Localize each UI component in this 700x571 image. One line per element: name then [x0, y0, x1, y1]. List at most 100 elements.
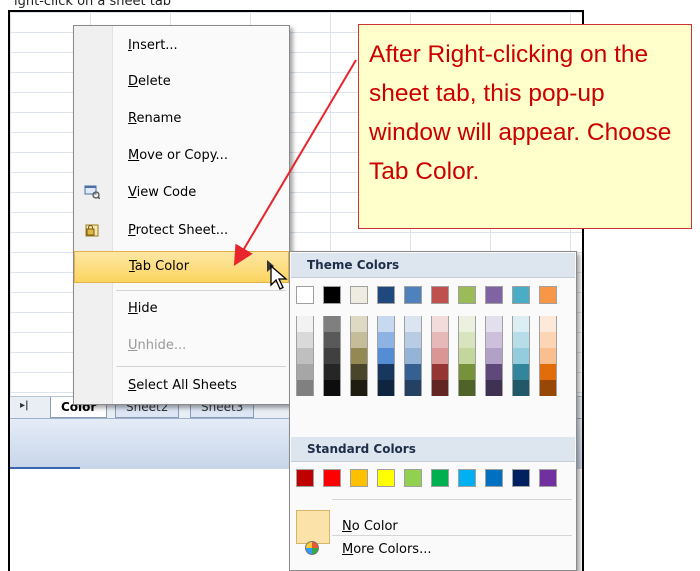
standard-color-swatch[interactable]	[431, 469, 449, 487]
tab-scroll-last-icon[interactable]: ▸|	[20, 400, 29, 411]
theme-tint-swatch[interactable]	[297, 364, 313, 380]
theme-tint-swatch[interactable]	[351, 316, 367, 332]
theme-tint-swatch[interactable]	[405, 316, 421, 332]
theme-tint-swatch[interactable]	[378, 364, 394, 380]
standard-color-swatch[interactable]	[404, 469, 422, 487]
standard-color-swatch[interactable]	[350, 469, 368, 487]
theme-tint-swatch[interactable]	[459, 364, 475, 380]
palette-separator	[332, 535, 572, 536]
menu-item-hide[interactable]: Hide	[74, 294, 289, 324]
theme-tint-swatch[interactable]	[540, 316, 556, 332]
status-bar-accent	[10, 467, 80, 469]
standard-color-swatch[interactable]	[296, 469, 314, 487]
theme-tint-swatch[interactable]	[351, 380, 367, 396]
menu-item-view-code[interactable]: View Code	[74, 178, 289, 208]
theme-tint-swatch[interactable]	[459, 332, 475, 348]
menu-item-select-all-sheets[interactable]: Select All Sheets	[74, 371, 289, 401]
menu-item-unhide: Unhide...	[74, 331, 289, 361]
theme-tint-swatch[interactable]	[486, 332, 502, 348]
theme-tint-swatch[interactable]	[324, 348, 340, 364]
theme-tint-swatch[interactable]	[513, 316, 529, 332]
menu-separator	[116, 290, 286, 291]
theme-tint-swatch[interactable]	[378, 348, 394, 364]
theme-tint-swatch[interactable]	[297, 316, 313, 332]
theme-tint-swatch[interactable]	[324, 316, 340, 332]
theme-tint-swatch[interactable]	[351, 364, 367, 380]
tab-color-palette: Theme Colors Standard Colors No Color Mo…	[289, 251, 577, 571]
protect-sheet-icon	[84, 223, 100, 237]
theme-tint-swatch[interactable]	[486, 364, 502, 380]
menu-item-label: Delete	[128, 74, 171, 89]
callout-text: After Right-clicking on the sheet tab, t…	[369, 41, 672, 185]
theme-tint-swatch[interactable]	[459, 348, 475, 364]
theme-color-swatch[interactable]	[458, 286, 476, 304]
theme-tint-swatch[interactable]	[432, 332, 448, 348]
theme-tint-swatch[interactable]	[405, 348, 421, 364]
theme-tint-swatch[interactable]	[297, 348, 313, 364]
theme-tint-swatch[interactable]	[297, 380, 313, 396]
theme-tint-swatch[interactable]	[405, 380, 421, 396]
menu-item-label: Tab Color	[129, 259, 190, 274]
theme-color-swatch[interactable]	[431, 286, 449, 304]
standard-color-swatch[interactable]	[485, 469, 503, 487]
theme-tint-swatch[interactable]	[405, 332, 421, 348]
theme-tint-swatch[interactable]	[486, 380, 502, 396]
menu-item-tab-color[interactable]: Tab Color	[74, 251, 289, 283]
theme-tint-swatch[interactable]	[486, 316, 502, 332]
theme-tint-swatch[interactable]	[378, 332, 394, 348]
theme-tint-column	[404, 316, 422, 396]
menu-item-insert[interactable]: Insert...	[74, 31, 289, 61]
theme-tint-swatch[interactable]	[513, 332, 529, 348]
standard-color-swatch[interactable]	[539, 469, 557, 487]
menu-separator	[116, 366, 286, 367]
menu-item-move-or-copy[interactable]: Move or Copy...	[74, 141, 289, 171]
theme-tint-swatch[interactable]	[540, 380, 556, 396]
theme-tint-swatch[interactable]	[540, 348, 556, 364]
theme-tint-swatch[interactable]	[459, 316, 475, 332]
more-colors-option[interactable]: More Colors...	[342, 542, 431, 557]
theme-tint-swatch[interactable]	[432, 364, 448, 380]
theme-color-swatch[interactable]	[485, 286, 503, 304]
theme-tint-swatch[interactable]	[459, 380, 475, 396]
theme-tint-swatch[interactable]	[324, 332, 340, 348]
annotation-callout: After Right-clicking on the sheet tab, t…	[358, 24, 692, 229]
theme-tint-swatch[interactable]	[513, 348, 529, 364]
theme-color-swatch[interactable]	[323, 286, 341, 304]
standard-color-swatch[interactable]	[458, 469, 476, 487]
menu-item-protect-sheet[interactable]: Protect Sheet...	[74, 216, 289, 246]
palette-separator	[332, 499, 572, 500]
standard-color-swatch[interactable]	[512, 469, 530, 487]
theme-tint-swatch[interactable]	[513, 364, 529, 380]
sheet-tab-context-menu: Insert... Delete Rename Move or Copy... …	[73, 25, 290, 405]
menu-item-delete[interactable]: Delete	[74, 67, 289, 97]
theme-tint-swatch[interactable]	[378, 380, 394, 396]
theme-tint-swatch[interactable]	[432, 348, 448, 364]
menu-item-label: Hide	[128, 301, 158, 316]
theme-color-swatch[interactable]	[404, 286, 422, 304]
theme-tint-swatch[interactable]	[405, 364, 421, 380]
theme-tint-swatch[interactable]	[324, 364, 340, 380]
theme-tint-swatch[interactable]	[540, 332, 556, 348]
theme-color-swatch[interactable]	[350, 286, 368, 304]
theme-tint-swatch[interactable]	[351, 348, 367, 364]
theme-tint-swatch[interactable]	[513, 380, 529, 396]
theme-tint-column	[431, 316, 449, 396]
no-color-swatch[interactable]	[296, 510, 330, 544]
standard-color-swatch[interactable]	[323, 469, 341, 487]
theme-tint-swatch[interactable]	[432, 316, 448, 332]
standard-color-swatch[interactable]	[377, 469, 395, 487]
no-color-option[interactable]: No Color	[342, 519, 398, 534]
theme-color-swatch[interactable]	[512, 286, 530, 304]
theme-tint-swatch[interactable]	[297, 332, 313, 348]
theme-tint-swatch[interactable]	[324, 380, 340, 396]
theme-color-swatch[interactable]	[296, 286, 314, 304]
theme-tint-swatch[interactable]	[351, 332, 367, 348]
theme-color-swatch[interactable]	[539, 286, 557, 304]
theme-tint-swatch[interactable]	[540, 364, 556, 380]
theme-tint-swatch[interactable]	[432, 380, 448, 396]
theme-tint-swatch[interactable]	[486, 348, 502, 364]
theme-tint-swatch[interactable]	[378, 316, 394, 332]
theme-color-swatch[interactable]	[377, 286, 395, 304]
menu-item-rename[interactable]: Rename	[74, 104, 289, 134]
menu-item-label: View Code	[128, 185, 197, 200]
